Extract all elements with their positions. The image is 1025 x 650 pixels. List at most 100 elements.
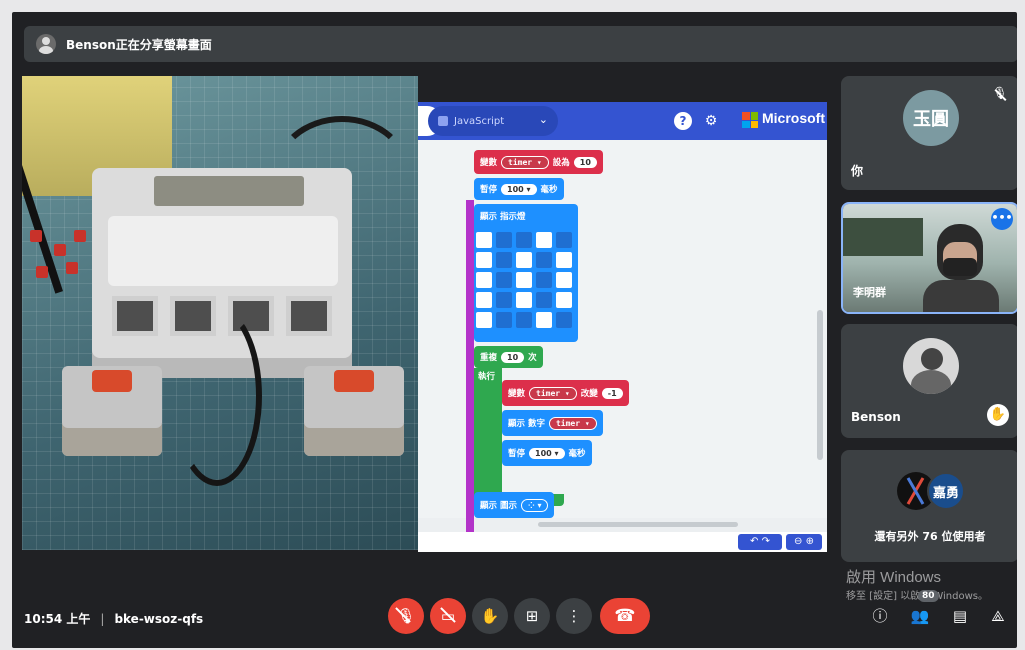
variable-dropdown[interactable]: timer ▾ [529,386,577,400]
horizontal-scrollbar[interactable] [538,522,738,527]
separator: | [100,611,105,626]
participant-tile-camera[interactable]: ••• 李明群 [841,202,1017,314]
blocks-workspace[interactable]: 變數 timer ▾ 設為 10 暫停 100 ▾ 毫秒 顯示 指示燈 重複 1… [418,140,827,552]
meeting-info: 10:54 上午 | bke-wsoz-qfs [24,610,203,627]
pause-value: 100 [507,184,524,194]
raise-hand-button[interactable]: ✋ [472,598,508,634]
undo-redo-buttons[interactable]: ↶ ↷ [738,534,782,550]
camera-toggle-button[interactable]: ▭ [430,598,466,634]
mic-toggle-button[interactable]: 🎙 [388,598,424,634]
participant-tile-self[interactable]: 玉圓 🎙 你 [841,76,1017,190]
meeting-time: 10:54 上午 [24,612,91,626]
chevron-down-icon: ⌄ [538,113,548,126]
people-icon[interactable]: 👥 [908,604,932,628]
set-variable-block[interactable]: 變數 timer ▾ 設為 10 [474,150,603,174]
pause-block[interactable]: 暫停 100 ▾ 毫秒 [474,178,564,200]
left-motor [62,366,162,456]
show-number-block[interactable]: 顯示 數字 timer ▾ [502,410,603,436]
screen-share-banner: Benson正在分享螢幕畫面 [24,26,1017,62]
hang-up-icon: ☎ [614,606,636,626]
variable-dropdown[interactable]: timer ▾ [501,155,549,169]
more-options-icon[interactable]: ••• [991,208,1013,230]
participant-person [923,224,999,312]
repeat-block[interactable]: 重複 10 次 [474,346,543,368]
makecode-toolbar: JavaScript ⌄ ? ⚙ Microsoft [418,102,827,140]
javascript-tab[interactable]: JavaScript ⌄ [428,106,558,136]
info-icon[interactable]: ⓘ [868,604,892,628]
unit-label: 毫秒 [568,449,586,459]
raise-hand-icon: ✋ [480,607,500,625]
repeat-count[interactable]: 10 [501,351,525,363]
presenter-avatar-icon [36,34,56,54]
more-options-icon: ⋮ [566,607,582,625]
microsoft-logo-icon [742,112,758,128]
pause-block-2[interactable]: 暫停 100 ▾ 毫秒 [502,440,592,466]
participant-name: 你 [851,164,864,178]
pause-dropdown[interactable]: 100 ▾ [501,183,537,195]
do-label: 執行 [478,372,496,382]
meeting-code[interactable]: bke-wsoz-qfs [114,612,203,626]
right-motor [304,366,404,456]
forever-block-spine [466,200,474,552]
activities-icon[interactable]: ⟁ [986,604,1010,628]
chat-icon[interactable]: ▤ [948,604,972,628]
screen-share-text: Benson正在分享螢幕畫面 [66,37,212,52]
motor-cable [172,306,262,486]
meet-stage: Benson正在分享螢幕畫面 JavaScript ⌄ ? ⚙ Microsof… [12,12,1017,648]
hang-up-button[interactable]: ☎ [600,598,650,634]
show-icon-block[interactable]: 顯示 圖示 ⁘ ▾ [474,492,555,518]
help-icon[interactable]: ? [674,112,692,130]
people-count-badge: 80 [918,590,939,602]
participant-tile-others[interactable]: 嘉勇 還有另外 76 位使用者 [841,450,1017,562]
windows-activation-subtitle: 移至 [設定] 以啟用 Windows。 [846,591,988,602]
pause-dropdown[interactable]: 100 ▾ [529,447,565,459]
value-input[interactable]: 10 [573,156,597,168]
zoom-buttons[interactable]: ⊖ ⊕ [786,534,822,550]
variable-dropdown[interactable]: timer ▾ [548,416,597,430]
block-keyword: 變數 [508,389,526,399]
makecode-bottom-bar: ↶ ↷ ⊖ ⊕ [418,532,827,552]
unit-label: 次 [528,353,537,363]
pause-value: 100 [535,448,552,458]
variable-name: timer [508,157,533,167]
icon-dropdown[interactable]: ⁘ ▾ [520,498,549,512]
block-keyword: 變數 [480,158,498,168]
vertical-scrollbar[interactable] [817,310,823,460]
variable-name: timer [536,388,561,398]
ev3-screen [154,176,304,206]
presenter-camera-feed [22,76,418,550]
participant-name: 李明群 [853,286,886,299]
present-button[interactable]: ⊞ [514,598,550,634]
javascript-tab-label: JavaScript [454,115,505,127]
code-icon [438,116,448,126]
windows-activation-title: 啟用 Windows [846,569,942,586]
shared-screen: JavaScript ⌄ ? ⚙ Microsoft 變數 timer ▾ 設為… [418,102,827,552]
repeat-block-body: 執行 [474,368,502,494]
block-keyword: 暫停 [508,449,526,459]
avatar: 玉圓 [903,90,959,146]
variable-name: timer [555,418,581,428]
block-op: 改變 [580,389,598,399]
block-op: 設為 [552,158,570,168]
value-input[interactable]: -1 [601,387,623,399]
microsoft-brand: Microsoft [762,110,825,126]
more-options-button[interactable]: ⋮ [556,598,592,634]
classroom-board [843,218,923,256]
ev3-buttons [108,216,338,286]
present-icon: ⊞ [525,607,539,625]
raise-hand-icon: ✋ [987,404,1009,426]
avatar: 嘉勇 [927,472,965,510]
gear-icon[interactable]: ⚙ [702,112,720,130]
mic-off-icon: 🎙 [991,86,1009,104]
block-keyword: 顯示 數字 [508,419,545,429]
others-count-label: 還有另外 76 位使用者 [874,530,986,543]
led-grid[interactable] [476,232,572,328]
participant-tile-benson[interactable]: Benson ✋ [841,324,1017,438]
camera-off-icon: ▭ [440,607,456,625]
change-variable-block[interactable]: 變數 timer ▾ 改變 -1 [502,380,629,406]
lego-red-pins [26,226,96,286]
avatar [903,338,959,394]
block-keyword: 顯示 指示燈 [480,212,526,222]
block-keyword: 重複 [480,353,498,363]
participant-name: Benson [851,410,901,424]
